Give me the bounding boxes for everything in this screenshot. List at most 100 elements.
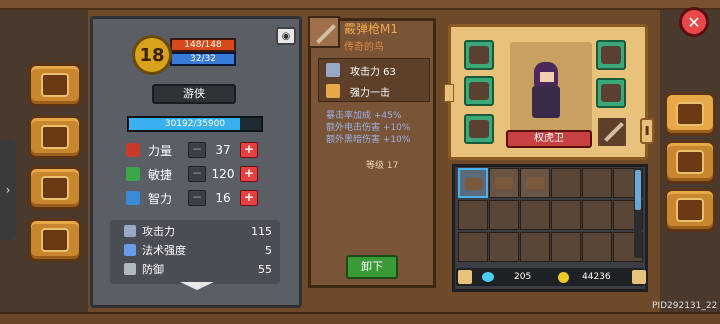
bottom-wood-border [0, 312, 720, 324]
inventory-slot[interactable] [458, 168, 488, 198]
hp-bar: 148/148 [170, 38, 236, 52]
equip-slot-armor[interactable] [596, 78, 626, 108]
attribute-label: 智力 [148, 191, 173, 206]
nav-steering-button[interactable] [28, 218, 82, 262]
weapon-attack-row: 攻击力 63 [326, 61, 396, 79]
weapon-thumbnail [308, 16, 340, 48]
equip-slot-helmet[interactable] [596, 40, 626, 70]
sword-icon [326, 63, 340, 77]
inventory-slot[interactable] [582, 168, 612, 198]
decrease-strength-button[interactable]: − [188, 142, 206, 158]
wand-icon [124, 244, 136, 256]
xp-text: 30192/35900 [164, 119, 226, 129]
derived-label: 攻击力 [142, 225, 175, 238]
gem-icon [482, 272, 494, 282]
decrease-intelligence-button[interactable]: − [188, 190, 206, 206]
inventory-slot[interactable] [551, 168, 581, 198]
inventory-slot[interactable] [520, 200, 550, 230]
steering-wheel-icon [41, 228, 69, 252]
increase-agility-button[interactable]: + [240, 166, 258, 182]
lock-icon[interactable] [458, 270, 472, 284]
inventory-slot[interactable] [489, 200, 519, 230]
attribute-row-agility: 敏捷 − 120 + [126, 164, 264, 184]
ring-icon [469, 82, 489, 100]
weapon-attack: 攻击力 63 [350, 66, 396, 78]
sort-grid-icon[interactable] [632, 270, 646, 284]
scroll-down-arrow[interactable] [180, 282, 214, 294]
player-id: PID292131_22 [652, 301, 718, 311]
class-name-button[interactable]: 游侠 [152, 84, 236, 104]
weapon-quality: 传奇的鸟 [344, 42, 384, 53]
boots-icon [469, 120, 489, 138]
inventory-slot[interactable] [582, 232, 612, 262]
agility-icon [126, 167, 140, 181]
weapon-skill: 强力一击 [350, 87, 390, 99]
derived-label: 防御 [142, 263, 164, 276]
paw-icon [41, 176, 69, 200]
attribute-value: 37 [215, 143, 231, 157]
equip-slot-amulet[interactable] [464, 40, 494, 70]
scroll-thumb[interactable] [635, 170, 641, 210]
coin-icon [558, 272, 569, 283]
attribute-value: 16 [215, 191, 231, 205]
camera-icon: ◉ [281, 30, 291, 42]
weapon-skill-row: 强力一击 [326, 82, 390, 100]
skill-icon [326, 84, 340, 98]
inventory-item-icon [465, 178, 483, 190]
equip-slot-weapon[interactable] [596, 116, 628, 148]
increase-strength-button[interactable]: + [240, 142, 258, 158]
attribute-row-intelligence: 智力 − 16 + [126, 188, 264, 208]
attribute-label: 力量 [148, 143, 173, 158]
decrease-agility-button[interactable]: − [188, 166, 206, 182]
unequip-button[interactable]: 卸下 [346, 255, 398, 279]
increase-intelligence-button[interactable]: + [240, 190, 258, 206]
tab-character[interactable] [664, 92, 716, 136]
weapon-slot-tab[interactable]: ❚ [640, 118, 654, 144]
inventory-slot[interactable] [458, 200, 488, 230]
intelligence-icon [126, 191, 140, 205]
derived-row-defense: 防御 55 [124, 260, 274, 278]
inventory-slot[interactable] [458, 232, 488, 262]
tab-settings[interactable] [664, 188, 716, 232]
character-face [540, 72, 554, 82]
tab-crafting[interactable] [664, 140, 716, 184]
inventory-slot[interactable] [520, 168, 550, 198]
weapon-name: 霰弹枪M1 [344, 22, 398, 36]
mp-bar: 32/32 [170, 52, 236, 66]
inventory-slot[interactable] [489, 232, 519, 262]
derived-row-spell-power: 法术强度 5 [124, 241, 274, 259]
gem-count: 205 [514, 272, 532, 282]
nav-pet-button[interactable] [28, 166, 82, 210]
inventory-scrollbar[interactable] [634, 168, 642, 258]
camera-button[interactable]: ◉ [276, 27, 296, 45]
nav-skills-button[interactable] [28, 115, 82, 159]
nav-book-button[interactable] [28, 63, 82, 107]
attribute-value: 120 [211, 167, 235, 181]
inventory-slot[interactable] [551, 200, 581, 230]
shotgun-icon [604, 122, 624, 142]
expand-left-arrow[interactable]: › [0, 140, 16, 240]
attribute-label: 敏捷 [148, 167, 173, 182]
inventory-slot[interactable] [489, 168, 519, 198]
weapon-level: 等级 17 [366, 161, 399, 171]
derived-row-attack: 攻击力 115 [124, 222, 274, 240]
expand-tab[interactable] [444, 84, 454, 102]
inventory-slot[interactable] [520, 232, 550, 262]
tools-icon [676, 150, 704, 174]
close-button[interactable]: ✕ [679, 7, 709, 37]
shield-icon [124, 263, 136, 275]
attribute-row-strength: 力量 − 37 + [126, 140, 264, 160]
equip-slot-ring[interactable] [464, 76, 494, 106]
derived-value: 55 [258, 262, 272, 276]
character-figure [526, 62, 564, 124]
armor-icon [601, 84, 621, 102]
helmet-icon [601, 46, 621, 64]
equip-slot-boots[interactable] [464, 114, 494, 144]
strength-icon [126, 143, 140, 157]
book-icon [41, 73, 69, 97]
inventory-slot[interactable] [551, 232, 581, 262]
skills-icon [41, 125, 69, 149]
coin-count: 44236 [582, 272, 611, 282]
inventory-slot[interactable] [582, 200, 612, 230]
title-banner: 权虎卫 [506, 130, 592, 148]
